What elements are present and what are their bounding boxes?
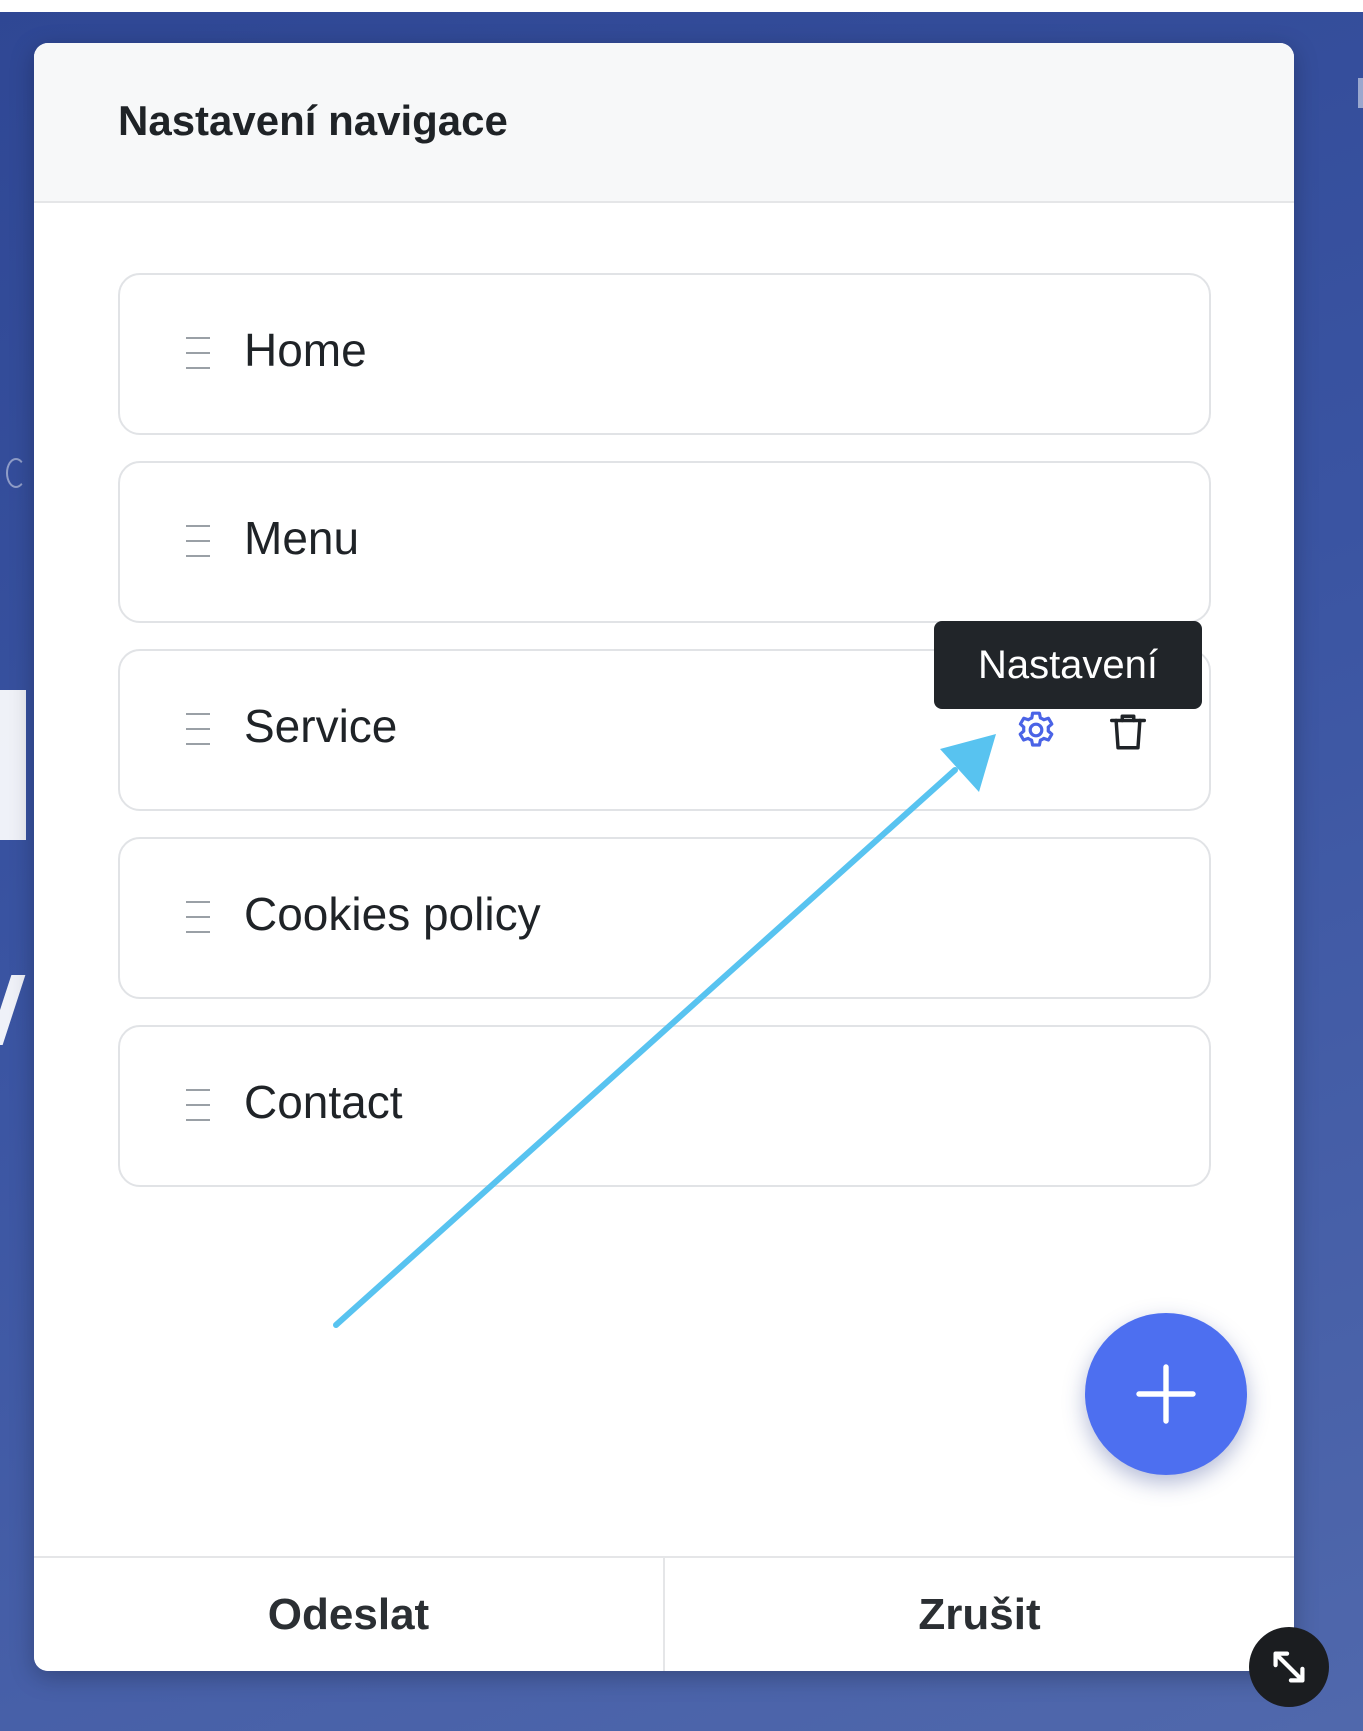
gear-icon	[1018, 711, 1054, 747]
background-fragment	[6, 458, 26, 488]
nav-item-label: Service	[244, 700, 398, 752]
cancel-button[interactable]: Zrušit	[663, 1558, 1294, 1671]
drag-handle-icon[interactable]	[186, 1087, 210, 1123]
resize-diagonal-icon	[1273, 1651, 1305, 1683]
resize-button[interactable]	[1249, 1627, 1329, 1707]
dialog-footer: Odeslat Zrušit	[34, 1556, 1294, 1671]
drag-handle-icon[interactable]	[186, 523, 210, 559]
background-fragment	[0, 690, 26, 840]
nav-item-menu[interactable]: Menu	[118, 461, 1211, 623]
settings-button[interactable]	[1009, 705, 1063, 759]
nav-item-home[interactable]: Home	[118, 273, 1211, 435]
nav-item-actions	[1009, 705, 1155, 759]
add-item-button[interactable]	[1085, 1313, 1247, 1475]
nav-item-label: Cookies policy	[244, 888, 541, 940]
delete-button[interactable]	[1101, 705, 1155, 759]
nav-item-cookies-policy[interactable]: Cookies policy	[118, 837, 1211, 999]
drag-handle-icon[interactable]	[186, 711, 210, 747]
navigation-settings-dialog: Nastavení navigace Home Menu Service Coo…	[34, 43, 1294, 1671]
nav-item-contact[interactable]: Contact	[118, 1025, 1211, 1187]
nav-item-label: Contact	[244, 1076, 403, 1128]
nav-item-label: Home	[244, 324, 367, 376]
submit-button[interactable]: Odeslat	[34, 1558, 663, 1671]
nav-item-label: Menu	[244, 512, 360, 564]
dialog-header: Nastavení navigace	[34, 43, 1294, 203]
background-fragment	[0, 975, 26, 1045]
drag-handle-icon[interactable]	[186, 335, 210, 371]
dialog-title: Nastavení navigace	[118, 97, 508, 144]
trash-icon	[1109, 714, 1147, 750]
screen-top-edge	[0, 0, 1363, 12]
background-fragment	[1358, 78, 1363, 108]
drag-handle-icon[interactable]	[186, 899, 210, 935]
plus-icon	[1136, 1364, 1196, 1424]
settings-tooltip: Nastavení	[934, 621, 1202, 709]
